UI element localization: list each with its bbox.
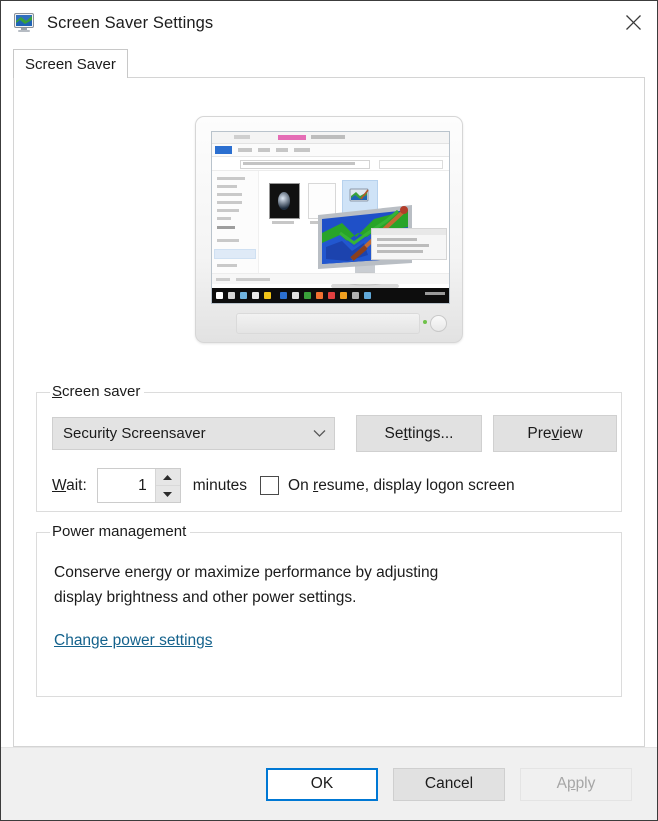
on-resume-checkbox[interactable] — [260, 476, 280, 495]
wait-label-accel-pre: W — [52, 476, 67, 494]
explorer-nav-pane — [212, 171, 259, 284]
on-resume-label-pre: On — [288, 476, 314, 494]
wait-label-accel: a — [66, 476, 75, 494]
monitor-power-button — [430, 315, 447, 332]
on-resume-label[interactable]: On resume, display logon screen — [288, 477, 515, 495]
screen-saver-settings-dialog: Screen Saver Settings Screen Saver Scree… — [0, 0, 658, 821]
screen-saver-group-title: Screen saver — [50, 383, 145, 400]
explorer-status-bar — [212, 273, 449, 284]
tab-content-panel: Screen saver Security Screensaver Se t tin… — [13, 78, 645, 747]
preview-area — [14, 78, 644, 343]
settings-button-label-post: tings... — [407, 424, 454, 442]
notification-popup — [371, 228, 447, 260]
preview-button-label-post: iew — [559, 424, 583, 442]
power-led-icon — [423, 320, 427, 324]
minutes-label: minutes — [192, 476, 248, 494]
tab-label: Screen Saver — [25, 55, 116, 73]
screen-saver-selection-row: Security Screensaver Se t tings... Pre v iew — [37, 393, 621, 452]
preview-button[interactable]: Pre v iew — [493, 415, 617, 452]
wait-row: Wait: 1 minutes On resume, display logon… — [37, 452, 621, 503]
window-title: Screen Saver Settings — [47, 13, 214, 32]
explorer-ribbon — [212, 144, 449, 157]
apply-button: Ap ply — [520, 767, 632, 801]
tab-screen-saver[interactable]: Screen Saver — [13, 49, 128, 78]
settings-button-label-pre: Se — [384, 424, 404, 442]
close-icon[interactable] — [610, 1, 657, 44]
stepper-arrows — [154, 469, 180, 502]
apply-button-label-pre: A — [556, 775, 567, 792]
on-resume-label-post: esume, display logon screen — [318, 476, 515, 494]
monitor-preview — [195, 116, 463, 343]
stepper-down-icon[interactable] — [155, 485, 180, 502]
cancel-button-label: Cancel — [424, 775, 474, 792]
chevron-down-icon — [313, 425, 326, 442]
file-thumbnail-1 — [269, 183, 300, 219]
wait-minutes-stepper[interactable]: 1 — [96, 468, 181, 503]
wait-label-post: it: — [74, 476, 87, 494]
change-power-settings-link[interactable]: Change power settings — [54, 632, 213, 650]
screen-saver-group-title-accel: S — [52, 383, 63, 400]
monitor-bezel-strip — [236, 313, 420, 334]
settings-button[interactable]: Se t tings... — [356, 415, 482, 452]
power-description-line-2: display brightness and other power setti… — [54, 589, 357, 606]
ok-button-label: OK — [310, 775, 334, 792]
taskbar — [212, 288, 449, 303]
screensaver-dropdown[interactable]: Security Screensaver — [52, 417, 335, 450]
power-management-group: Power management Conserve energy or maxi… — [36, 523, 622, 697]
screensaver-dropdown-value: Security Screensaver — [63, 425, 206, 442]
title-bar: Screen Saver Settings — [1, 1, 657, 45]
screen-saver-group-title-rest: creen saver — [62, 383, 141, 400]
stepper-up-icon[interactable] — [156, 469, 180, 485]
preview-button-label-pre: Pre — [527, 424, 552, 442]
explorer-address-bar — [212, 157, 449, 171]
power-description-line-1: Conserve energy or maximize performance … — [54, 564, 439, 581]
dialog-footer: OK Cancel Ap ply — [1, 747, 657, 820]
preview-button-accel: v — [551, 424, 560, 442]
explorer-title-bar — [212, 132, 449, 144]
monitor-screen — [211, 131, 450, 304]
power-management-description: Conserve energy or maximize performance … — [37, 533, 621, 610]
apply-button-label-post: ply — [575, 775, 596, 792]
explorer-body — [212, 171, 449, 293]
ok-button[interactable]: OK — [266, 767, 378, 801]
apply-button-accel: p — [566, 775, 576, 792]
wait-label: Wait: — [52, 477, 87, 495]
power-management-group-title: Power management — [50, 523, 191, 540]
tab-strip: Screen Saver — [1, 45, 657, 78]
cancel-button[interactable]: Cancel — [393, 767, 505, 801]
screen-saver-group: Screen saver Security Screensaver Se t tin… — [36, 383, 622, 512]
wait-minutes-value[interactable]: 1 — [98, 469, 155, 502]
screen-saver-monitor-icon — [14, 13, 36, 33]
